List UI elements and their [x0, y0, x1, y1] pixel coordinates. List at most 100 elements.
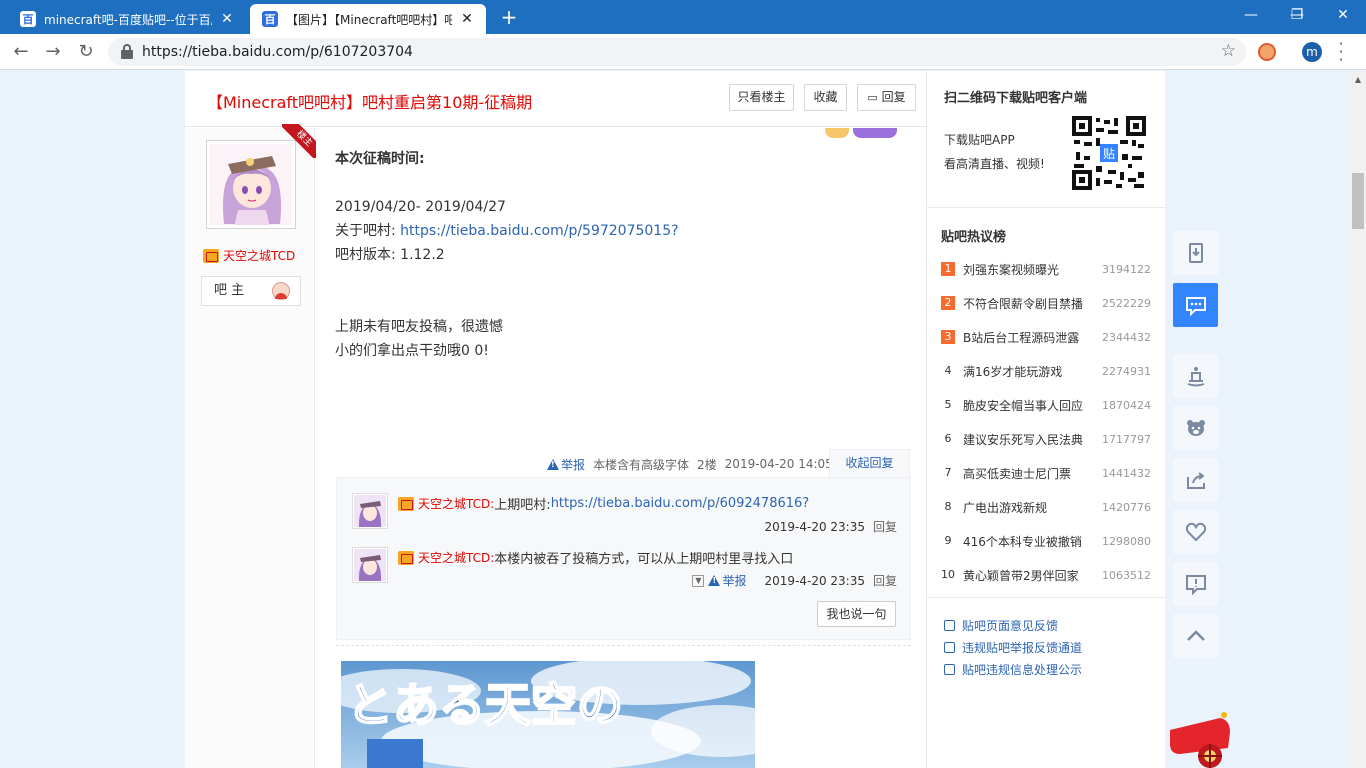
hot-list-item[interactable]: 3 B站后台工程源码泄露 2344432	[941, 327, 1151, 347]
post-image[interactable]: とある天空の	[341, 661, 755, 768]
sub-reply-footer: ▼ 举报 2019-4-20 23:35 回复	[692, 572, 897, 589]
address-bar: ← → ↻ https://tieba.baidu.com/p/61072037…	[0, 34, 1366, 70]
floor-number: 2楼	[697, 457, 717, 472]
favorite-button[interactable]: 收藏	[804, 84, 847, 111]
feedback-link-page[interactable]: 贴吧页面意见反馈	[944, 617, 1058, 634]
author-name-row: 天空之城TCD	[203, 247, 295, 264]
floor-meta: 举报 本楼含有高级字体 2楼 2019-04-20 14:05	[547, 454, 833, 474]
hot-list-title: 贴吧热议榜	[941, 230, 1007, 245]
commenter-name[interactable]: 天空之城TCD:	[418, 549, 494, 566]
new-tab-button[interactable]: +	[498, 6, 520, 28]
bookmark-star-icon[interactable]: ☆	[1221, 41, 1236, 61]
hot-topic-name[interactable]: 脆皮安全帽当事人回应	[963, 397, 1102, 414]
more-dropdown-icon[interactable]: ▼	[692, 574, 705, 587]
thread-header: 【Minecraft吧吧村】吧村重启第10期-征稿期 只看楼主 收藏 ▭ 回复	[185, 71, 926, 127]
gift-icon	[825, 128, 849, 138]
hot-topic-name[interactable]: 不符合限薪令剧目禁播	[963, 295, 1102, 312]
profile-avatar[interactable]: m	[1302, 42, 1322, 62]
hot-list-item[interactable]: 6 建议安乐死写入民法典 1717797	[941, 429, 1152, 449]
page-scrollbar[interactable]: ▲	[1350, 71, 1366, 768]
role-badge: 吧 主	[201, 276, 301, 306]
close-window-button[interactable]: ✕	[1320, 0, 1366, 30]
forward-arrow-icon[interactable]: →	[42, 41, 64, 63]
browser-tab-0[interactable]: 百 minecraft吧-百度贴吧--位于百度 ✕	[8, 4, 246, 34]
hot-topic-name[interactable]: 广电出游戏新规	[963, 499, 1102, 516]
comment-reply-link[interactable]: 回复	[873, 572, 897, 589]
share-tool[interactable]	[1173, 458, 1218, 502]
back-arrow-icon[interactable]: ←	[10, 41, 32, 63]
hot-list-item[interactable]: 7 高买低卖迪士尼门票 1441432	[941, 463, 1152, 483]
omnibox[interactable]: https://tieba.baidu.com/p/6107203704 ☆	[108, 38, 1246, 66]
qr-title: 扫二维码下载贴吧客户端	[944, 91, 1088, 106]
hot-topic-count: 2344432	[1102, 330, 1151, 344]
comment-reply-link[interactable]: 回复	[873, 518, 897, 535]
hot-topic-name[interactable]: 刘强东案视频曝光	[963, 261, 1102, 278]
qr-caption-1: 下载贴吧APP	[944, 133, 1015, 147]
report-tool[interactable]	[1173, 562, 1218, 606]
commenter-avatar[interactable]	[352, 493, 388, 529]
qr-caption-2: 看高清直播、视频!	[944, 157, 1045, 171]
hot-topic-count: 1420776	[1102, 500, 1151, 514]
post-line: 关于吧村: https://tieba.baidu.com/p/59720750…	[335, 219, 679, 243]
add-comment-button[interactable]: 我也说一句	[817, 601, 896, 627]
hot-list-item[interactable]: 5 脆皮安全帽当事人回应 1870424	[941, 395, 1152, 415]
hot-rank: 10	[941, 568, 955, 581]
cannon-icon[interactable]	[1168, 710, 1236, 768]
back-to-top-icon	[1186, 630, 1205, 641]
comment-time: 2019-4-20 23:35	[764, 519, 865, 534]
report-link[interactable]: 举报	[547, 456, 585, 473]
trash-icon	[944, 664, 955, 675]
post-link[interactable]: https://tieba.baidu.com/p/5972075015?	[400, 223, 678, 239]
reload-icon[interactable]: ↻	[75, 41, 97, 63]
scroll-up-icon[interactable]: ▲	[1350, 75, 1366, 84]
hot-topic-name[interactable]: 满16岁才能玩游戏	[963, 363, 1102, 380]
divider	[927, 597, 1166, 598]
tab-close-icon[interactable]: ✕	[458, 11, 476, 27]
sub-reply-line: 天空之城TCD: 本楼内被吞了投稿方式，可以从上期吧村里寻找入口	[398, 548, 793, 567]
comment-report-link[interactable]: 举报	[708, 572, 746, 589]
download-tool[interactable]	[1173, 231, 1218, 275]
commenter-avatar[interactable]	[352, 547, 388, 583]
extension-icon[interactable]	[1258, 43, 1276, 61]
chat-tool[interactable]	[1173, 283, 1218, 327]
hot-topic-name[interactable]: 黄心颖曾带2男伴回家	[963, 567, 1102, 584]
bear-tool[interactable]	[1173, 406, 1218, 450]
hot-list-item[interactable]: 8 广电出游戏新规 1420776	[941, 497, 1152, 517]
author-name[interactable]: 天空之城TCD	[223, 247, 295, 264]
hot-rank: 6	[944, 432, 952, 445]
browser-tab-1[interactable]: 百 【图片】【Minecraft吧吧村】吧 ✕	[250, 4, 486, 34]
comment-link[interactable]: https://tieba.baidu.com/p/6092478616?	[551, 496, 810, 511]
hot-topic-name[interactable]: 建议安乐死写入民法典	[963, 431, 1102, 448]
hot-topic-name[interactable]: 高买低卖迪士尼门票	[963, 465, 1102, 482]
feedback-link-notice[interactable]: 贴吧违规信息处理公示	[944, 661, 1082, 678]
tab-close-icon[interactable]: ✕	[218, 11, 236, 27]
back-to-top-tool[interactable]	[1173, 614, 1218, 658]
feedback-link-report[interactable]: 违规贴吧举报反馈通道	[944, 639, 1082, 656]
hot-topic-name[interactable]: B站后台工程源码泄露	[963, 329, 1102, 346]
magic-tool[interactable]	[1173, 354, 1218, 398]
hot-list-item[interactable]: 4 满16岁才能玩游戏 2274931	[941, 361, 1152, 381]
only-op-button[interactable]: 只看楼主	[729, 84, 794, 111]
restore-window-button[interactable]: ❐	[1274, 0, 1320, 30]
collapse-replies-button[interactable]: 收起回复	[829, 449, 910, 477]
browser-menu-icon[interactable]: · · ·	[1336, 36, 1346, 68]
right-sidebar: 扫二维码下载贴吧客户端 下载贴吧APP 看高清直播、视频! 贴 贴吧热议榜 1刘…	[926, 71, 1166, 768]
report-icon	[1185, 575, 1206, 595]
like-tool[interactable]	[1173, 510, 1218, 554]
hot-list-item[interactable]: 9 416个本科专业被撤销 1298080	[941, 531, 1152, 551]
download-icon	[1188, 243, 1203, 263]
svg-text:贴: 贴	[1103, 147, 1115, 161]
hot-list-item[interactable]: 10 黄心颖曾带2男伴回家 1063512	[941, 565, 1151, 585]
minimize-window-button[interactable]: —	[1228, 0, 1274, 30]
hot-list-item[interactable]: 2 不符合限薪令剧目禁播 2522229	[941, 293, 1151, 313]
divider	[336, 645, 911, 646]
warning-icon	[708, 575, 721, 586]
hot-topic-name[interactable]: 416个本科专业被撤销	[963, 533, 1102, 550]
hot-list-item[interactable]: 1 刘强东案视频曝光 3194122	[941, 259, 1151, 279]
hot-topic-count: 1298080	[1102, 534, 1151, 548]
baidu-paw-icon: 百	[262, 11, 278, 27]
commenter-name[interactable]: 天空之城TCD:	[418, 495, 494, 512]
reply-button[interactable]: ▭ 回复	[857, 84, 916, 111]
scrollbar-thumb[interactable]	[1352, 173, 1364, 229]
url-text[interactable]: https://tieba.baidu.com/p/6107203704	[142, 38, 413, 66]
